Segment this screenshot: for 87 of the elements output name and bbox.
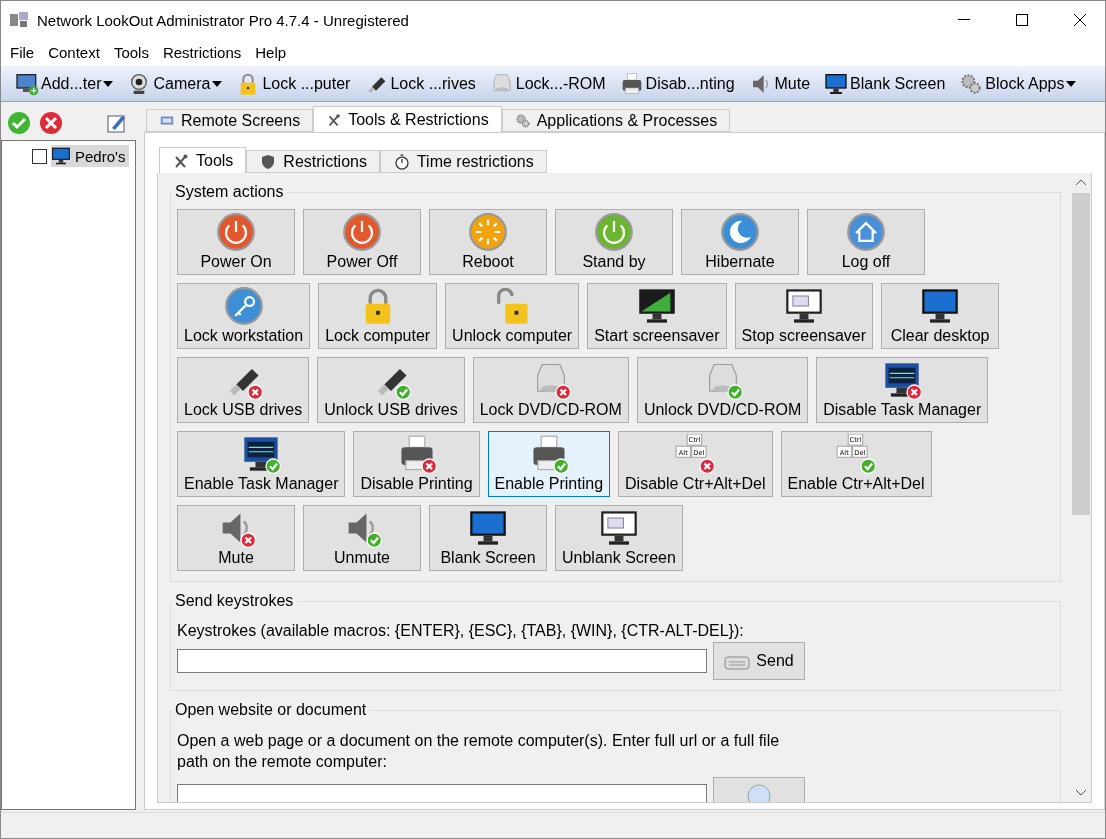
monitor-icon: [468, 508, 508, 548]
action-button[interactable]: Unlock DVD/CD-ROM: [636, 357, 809, 423]
tab[interactable]: Remote Screens: [146, 109, 314, 132]
action-button[interactable]: Disable Task Manager: [816, 357, 989, 423]
toolbar-button[interactable]: Disab...nting: [615, 68, 739, 99]
action-button[interactable]: Unblank Screen: [555, 505, 683, 571]
gears-icon: [959, 71, 984, 96]
caret-icon[interactable]: [1066, 80, 1077, 87]
toolbar-button[interactable]: Block Apps: [955, 68, 1081, 99]
send-button[interactable]: Send: [713, 642, 805, 680]
action-button[interactable]: Enable Printing: [487, 431, 611, 497]
toolbar-button[interactable]: Lock...-ROM: [485, 68, 610, 99]
add-computer-icon: [15, 71, 39, 96]
action-button[interactable]: Lock workstation: [177, 283, 311, 349]
menu-item[interactable]: Help: [248, 44, 294, 61]
tab[interactable]: Restrictions: [246, 150, 380, 173]
power-icon: [342, 212, 382, 252]
action-button[interactable]: Reboot: [429, 209, 547, 275]
toolbar-button[interactable]: Mute: [744, 68, 815, 99]
tab[interactable]: Time restrictions: [379, 150, 547, 173]
scroll-up-icon[interactable]: [1076, 179, 1086, 185]
monitor-icon: [51, 146, 71, 166]
action-button[interactable]: Lock computer: [318, 283, 438, 349]
menu-item[interactable]: Tools: [106, 44, 156, 61]
tools-icon: [326, 111, 343, 128]
action-button[interactable]: Enable Task Manager: [177, 431, 346, 497]
group-title: Send keystrokes: [174, 592, 295, 610]
action-button[interactable]: Stand by: [555, 209, 673, 275]
monitor-icon: [920, 286, 961, 326]
field-label: Keystrokes (available macros: {ENTER}, {ESC}, {TAB}, {WIN}, {CTR-ALT-DEL}):: [177, 622, 745, 640]
globe-icon: [746, 782, 772, 802]
action-button[interactable]: Lock USB drives: [177, 357, 310, 423]
close-icon[interactable]: [1073, 13, 1087, 27]
group-title: Open website or document: [174, 701, 368, 719]
monitor-icon: [598, 508, 639, 548]
moon-icon: [720, 212, 760, 252]
window-title: Network LookOut Administrator Pro 4.7.4 - Unregistered: [37, 11, 410, 29]
action-button[interactable]: Blank Screen: [429, 505, 547, 571]
power-icon: [594, 212, 634, 252]
menu-item[interactable]: Restrictions: [155, 44, 249, 61]
action-button[interactable]: Clear desktop: [881, 283, 1000, 349]
action-button[interactable]: Mute: [177, 505, 295, 571]
toolbar-button[interactable]: Lock ...puter: [232, 68, 355, 99]
toolbar-button[interactable]: Add...ter: [11, 68, 118, 99]
menu-item[interactable]: File: [3, 44, 42, 61]
scroll-down-icon[interactable]: [1076, 790, 1086, 796]
check-icon[interactable]: [7, 111, 31, 135]
gears-icon: [514, 112, 531, 129]
monitor-icon: [824, 71, 849, 96]
tab[interactable]: Tools: [159, 147, 247, 173]
checkbox[interactable]: [32, 148, 47, 164]
action-button[interactable]: Power Off: [303, 209, 421, 275]
stopwatch-icon: [392, 152, 411, 171]
caret-icon[interactable]: [103, 80, 114, 87]
url-field[interactable]: [177, 783, 707, 802]
house-icon: [846, 212, 886, 252]
action-button[interactable]: Lock DVD/CD-ROM: [472, 357, 629, 423]
toolbar-button[interactable]: Camera: [123, 68, 227, 99]
key-icon: [223, 286, 264, 326]
tab[interactable]: Applications & Processes: [501, 109, 731, 132]
edit-icon[interactable]: [106, 112, 128, 134]
power-icon: [216, 212, 256, 252]
caret-icon[interactable]: [212, 80, 223, 87]
action-button[interactable]: Start screensaver: [587, 283, 727, 349]
minimize-icon[interactable]: [958, 19, 970, 21]
action-button[interactable]: Stop screensaver: [734, 283, 874, 349]
group-title: System actions: [174, 183, 285, 201]
maximize-icon[interactable]: [1016, 14, 1028, 26]
app-icon: [9, 11, 29, 29]
monitor-icon: [783, 286, 824, 326]
action-button[interactable]: Unmute: [303, 505, 421, 571]
action-button[interactable]: Hibernate: [681, 209, 799, 275]
instruction-text: Open a web page or a document on the remote computer(s). Enter full url or a full file path on the remote computer:: [177, 731, 781, 772]
sun-icon: [468, 212, 508, 252]
action-button[interactable]: Power On: [177, 209, 295, 275]
monitor-icon: [636, 286, 677, 326]
action-button[interactable]: Unlock USB drives: [317, 357, 465, 423]
toolbar-button[interactable]: Lock ...rives: [360, 68, 480, 99]
action-button[interactable]: Disable Printing: [353, 431, 480, 497]
toolbar-button[interactable]: Blank Screen: [820, 68, 950, 99]
tab[interactable]: Tools & Restrictions: [313, 106, 502, 132]
keystrokes-field[interactable]: [177, 649, 707, 673]
tree-item[interactable]: Pedro's: [51, 145, 130, 167]
cancel-icon[interactable]: [39, 111, 63, 135]
action-button[interactable]: Unlock computer: [445, 283, 580, 349]
action-button[interactable]: Log off: [807, 209, 925, 275]
menu-item[interactable]: Context: [41, 44, 107, 61]
